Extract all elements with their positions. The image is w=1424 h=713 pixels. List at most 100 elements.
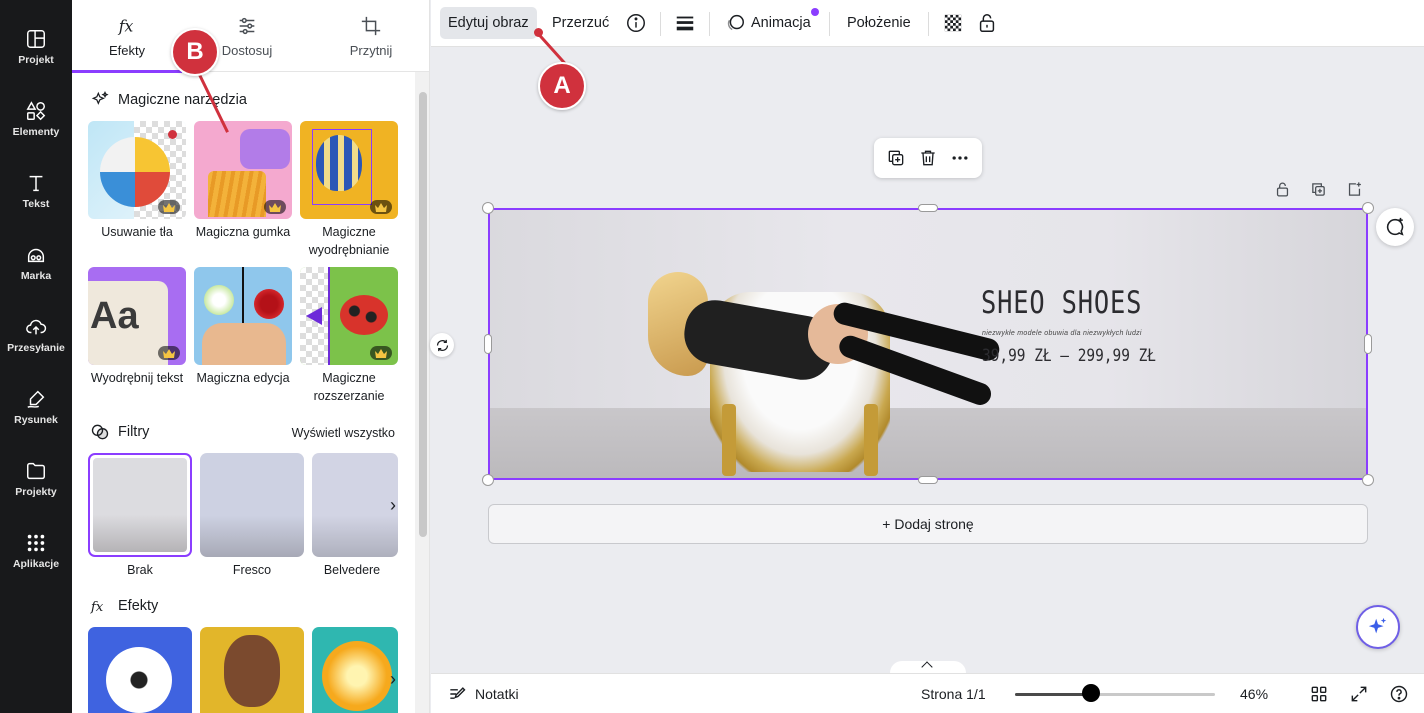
design-price[interactable]: 39,99 ZŁ – 299,99 ZŁ (982, 346, 1156, 366)
magic-tools-heading: Magiczne narzędzia (90, 90, 247, 110)
filters-see-all-link[interactable]: Wyświetl wszystko (292, 426, 395, 440)
zoom-slider-knob[interactable] (1082, 684, 1100, 702)
position-button[interactable]: Położenie (839, 7, 919, 39)
resize-handle-top[interactable] (918, 204, 938, 212)
svg-text:fx: fx (90, 600, 104, 615)
rail-item-tekst[interactable]: Tekst (0, 155, 72, 227)
filter-label: Belvedere (323, 563, 381, 577)
hands (202, 323, 286, 365)
beach-ball (100, 137, 170, 207)
resize-handle-bottom[interactable] (918, 476, 938, 484)
magic-assistant-button[interactable] (1356, 605, 1400, 649)
animation-button[interactable]: Animacja (743, 7, 819, 39)
filters-next-button[interactable]: › (382, 494, 404, 516)
design-page[interactable]: SHEO SHOES niezwykłe modele obuwia dla n… (488, 208, 1368, 480)
rail-item-label: Projekt (18, 54, 54, 66)
callout-b-pointer (168, 130, 177, 139)
help-button[interactable] (1389, 674, 1409, 713)
grid-view-button[interactable] (1309, 674, 1329, 713)
page-lock-button[interactable] (1272, 179, 1292, 199)
folder-icon (27, 462, 45, 480)
rail-item-projekt[interactable]: Projekt (0, 11, 72, 83)
fullscreen-button[interactable] (1349, 674, 1369, 713)
resize-handle-top-left[interactable] (482, 202, 494, 214)
crop-icon (361, 16, 381, 35)
page-indicator[interactable]: Strona 1/1 (921, 674, 986, 713)
effects-next-button[interactable]: › (382, 668, 404, 690)
notes-button[interactable]: Notatki (447, 674, 519, 713)
tool-magic-edit[interactable] (194, 267, 292, 365)
pro-badge (370, 346, 392, 360)
effect-tile-2[interactable] (200, 627, 304, 713)
zoom-slider[interactable] (1015, 693, 1215, 696)
lock-button[interactable] (974, 10, 1000, 36)
effects-heading: fx Efekty (90, 598, 159, 615)
border-style-button[interactable] (672, 10, 698, 36)
pro-badge (158, 200, 180, 214)
rail-item-elementy[interactable]: Elementy (0, 83, 72, 155)
apps-grid-icon (27, 534, 45, 552)
add-page-button[interactable]: + Dodaj stronę (488, 504, 1368, 544)
resize-handle-top-right[interactable] (1362, 202, 1374, 214)
rail-item-przesylanie[interactable]: Przesyłanie (0, 299, 72, 371)
add-comment-button[interactable] (1376, 208, 1414, 246)
rail-item-projekty[interactable]: Projekty (0, 443, 72, 515)
tab-label: Efekty (108, 42, 146, 58)
rotate-handle[interactable] (430, 333, 454, 357)
tool-magic-grab[interactable] (300, 121, 398, 219)
grid-view-icon (1311, 686, 1327, 702)
crown-icon (163, 348, 175, 358)
filter-fresco[interactable] (200, 453, 304, 557)
notes-icon (450, 687, 466, 699)
design-headline[interactable]: SHEO SHOES (981, 285, 1142, 321)
rail-item-marka[interactable]: Marka (0, 227, 72, 299)
panel-scrollbar[interactable] (419, 92, 427, 537)
rail-item-label: Tekst (22, 198, 50, 210)
tool-label: Usuwanie tła (101, 225, 173, 239)
resize-handle-right[interactable] (1364, 334, 1372, 354)
pro-badge (158, 346, 180, 360)
portrait (224, 635, 280, 707)
active-tab-indicator (72, 70, 182, 73)
edit-image-button[interactable]: Edytuj obraz (440, 7, 537, 39)
tool-magic-expand[interactable] (300, 267, 398, 365)
effect-tile-1[interactable] (88, 627, 192, 713)
info-button[interactable] (623, 10, 649, 36)
tool-magic-eraser[interactable] (194, 121, 292, 219)
rail-item-aplikacje[interactable]: Aplikacje (0, 515, 72, 587)
tab-label: Dostosuj (221, 42, 273, 58)
expand-icon (1351, 686, 1367, 702)
tab-przytnij[interactable]: Przytnij (316, 0, 426, 72)
resize-handle-left[interactable] (484, 334, 492, 354)
tool-grab-text[interactable]: Aa (88, 267, 186, 365)
trash-icon[interactable] (918, 148, 938, 168)
rail-item-rysunek[interactable]: Rysunek (0, 371, 72, 443)
help-icon (1390, 685, 1408, 703)
duplicate-icon[interactable] (886, 148, 906, 168)
line-weight-icon (676, 16, 694, 31)
transparency-button[interactable] (940, 10, 966, 36)
purple-shape (240, 129, 290, 169)
design-tagline[interactable]: niezwykłe modele obuwia dla niezwykłych … (982, 330, 1142, 337)
sliders-icon (239, 17, 255, 34)
tab-efekty[interactable]: fx Efekty (72, 0, 182, 72)
zoom-level[interactable]: 46% (1240, 674, 1268, 713)
resize-handle-bottom-left[interactable] (482, 474, 494, 486)
filter-thumbnail (93, 458, 187, 552)
page-add-button[interactable] (1344, 179, 1364, 199)
filter-none[interactable] (88, 453, 192, 557)
flip-button[interactable]: Przerzuć (544, 7, 617, 39)
shapes-icon (26, 101, 46, 121)
element-floating-toolbar (874, 138, 982, 178)
resize-handle-bottom-right[interactable] (1362, 474, 1374, 486)
crown-icon (375, 348, 387, 358)
crown-icon (269, 202, 281, 212)
tool-label: Magiczna edycja (196, 371, 290, 385)
context-toolbar: Edytuj obraz Przerzuć Animacja Położenie (431, 0, 1424, 47)
soccer-ball (106, 647, 172, 713)
sparkles-icon (91, 91, 109, 105)
more-horizontal-icon[interactable] (950, 148, 970, 168)
zoom-slider-fill (1015, 693, 1091, 696)
page-duplicate-button[interactable] (1308, 179, 1328, 199)
panel-tabs: fx Efekty Dostosuj Przytnij (72, 0, 429, 73)
